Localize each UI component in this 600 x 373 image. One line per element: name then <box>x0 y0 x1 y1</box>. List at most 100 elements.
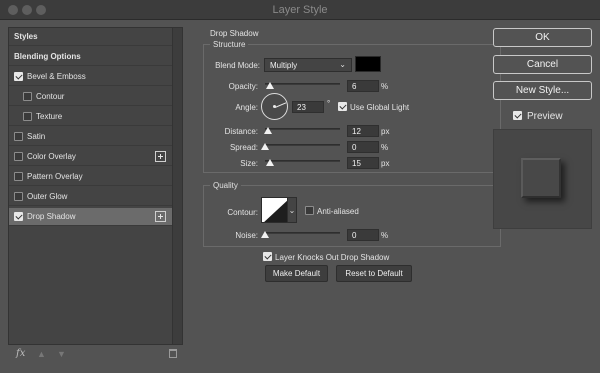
spread-unit: % <box>381 143 389 152</box>
contour-curve-icon <box>264 199 288 222</box>
size-unit: px <box>381 159 390 168</box>
sidebar-item-texture[interactable]: Texture <box>9 108 172 126</box>
spread-slider-knob[interactable] <box>261 143 269 150</box>
blend-mode-dropdown[interactable]: Multiply ⌄ <box>264 58 352 72</box>
styles-list-footer: fx ▲ ▼ <box>8 346 183 364</box>
distance-value: 12 <box>352 127 361 136</box>
size-field[interactable]: 15 <box>347 157 379 169</box>
sidebar-checkbox[interactable] <box>14 72 23 81</box>
sidebar-item-bevel-emboss[interactable]: Bevel & Emboss <box>9 68 172 86</box>
sidebar-checkbox[interactable] <box>23 92 32 101</box>
new-style-button[interactable]: New Style... <box>493 81 592 100</box>
sidebar-item-blending-options[interactable]: Blending Options <box>9 48 172 66</box>
sidebar-item-label: Styles <box>14 32 38 41</box>
sidebar-item-label: Satin <box>27 132 46 141</box>
opacity-field[interactable]: 6 <box>347 80 379 92</box>
distance-slider-track <box>265 128 340 130</box>
sidebar-item-drop-shadow[interactable]: Drop Shadow <box>9 208 172 226</box>
spread-field[interactable]: 0 <box>347 141 379 153</box>
opacity-unit: % <box>381 82 389 91</box>
size-value: 15 <box>352 159 361 168</box>
sidebar-item-satin[interactable]: Satin <box>9 128 172 146</box>
use-global-light-label: Use Global Light <box>350 103 410 112</box>
degree-unit: ° <box>327 99 331 108</box>
sidebar-checkbox[interactable] <box>23 112 32 121</box>
contour-dropdown-button[interactable]: ⌄ <box>287 197 297 223</box>
sidebar-item-label: Color Overlay <box>27 152 76 161</box>
angle-value: 23 <box>297 103 306 112</box>
opacity-value: 6 <box>352 82 357 91</box>
styles-list-scrollbar[interactable] <box>172 28 182 344</box>
noise-field[interactable]: 0 <box>347 229 379 241</box>
opacity-slider[interactable] <box>265 80 340 89</box>
spread-value: 0 <box>352 143 357 152</box>
structure-title: Structure <box>210 40 249 49</box>
add-effect-icon[interactable] <box>155 151 166 162</box>
layer-knocks-out-checkbox[interactable] <box>263 252 272 261</box>
noise-unit: % <box>381 231 389 240</box>
opacity-slider-track <box>265 83 340 85</box>
sidebar-item-label: Pattern Overlay <box>27 172 83 181</box>
use-global-light-checkbox[interactable] <box>338 102 347 111</box>
preview-thumbnail <box>521 158 561 198</box>
noise-slider-track <box>265 232 340 234</box>
distance-unit: px <box>381 127 390 136</box>
noise-slider-knob[interactable] <box>261 231 269 238</box>
sidebar-checkbox[interactable] <box>14 192 23 201</box>
spread-slider[interactable] <box>261 141 340 150</box>
preview-checkbox[interactable] <box>513 111 522 120</box>
noise-slider[interactable] <box>261 229 340 238</box>
reset-to-default-button[interactable]: Reset to Default <box>336 265 412 282</box>
distance-slider[interactable] <box>264 125 340 134</box>
sidebar-item-styles[interactable]: Styles <box>9 28 172 46</box>
styles-list: Styles Blending Options Bevel & Emboss Cont… <box>8 27 183 345</box>
size-slider[interactable] <box>265 157 340 166</box>
layer-knocks-out-label: Layer Knocks Out Drop Shadow <box>275 253 390 262</box>
angle-dial-center <box>273 105 276 108</box>
shadow-color-swatch[interactable] <box>355 56 381 72</box>
sidebar-item-outer-glow[interactable]: Outer Glow <box>9 188 172 206</box>
anti-aliased-checkbox[interactable] <box>305 206 314 215</box>
noise-value: 0 <box>352 231 357 240</box>
opacity-slider-knob[interactable] <box>265 82 274 89</box>
sidebar-item-pattern-overlay[interactable]: Pattern Overlay <box>9 168 172 186</box>
size-label: Size: <box>240 159 258 168</box>
title-bar: Layer Style <box>0 0 600 20</box>
sidebar-item-label: Bevel & Emboss <box>27 72 86 81</box>
contour-picker[interactable] <box>261 197 289 223</box>
sidebar-checkbox[interactable] <box>14 172 23 181</box>
sidebar-item-label: Outer Glow <box>27 192 68 201</box>
sidebar-checkbox[interactable] <box>14 132 23 141</box>
size-slider-knob[interactable] <box>265 159 274 166</box>
angle-dial[interactable] <box>261 93 288 120</box>
style-preview <box>493 129 592 229</box>
ok-button[interactable]: OK <box>493 28 592 47</box>
sidebar-checkbox[interactable] <box>14 212 23 221</box>
trash-icon[interactable] <box>169 349 177 358</box>
move-up-icon[interactable]: ▲ <box>37 349 46 359</box>
make-default-button[interactable]: Make Default <box>265 265 328 282</box>
spread-label: Spread: <box>229 143 258 152</box>
angle-field[interactable]: 23 <box>292 101 324 113</box>
angle-label: Angle: <box>235 103 258 112</box>
blend-mode-value: Multiply <box>270 61 298 70</box>
distance-label: Distance: <box>224 127 258 136</box>
contour-label: Contour: <box>227 208 258 217</box>
section-title: Drop Shadow <box>210 29 259 38</box>
move-down-icon[interactable]: ▼ <box>57 349 66 359</box>
cancel-button[interactable]: Cancel <box>493 55 592 74</box>
distance-slider-knob[interactable] <box>264 127 272 134</box>
add-effect-icon[interactable] <box>155 211 166 222</box>
chevron-down-icon: ⌄ <box>288 206 296 215</box>
chevron-down-icon: ⌄ <box>339 60 346 69</box>
sidebar-item-label: Blending Options <box>14 52 81 61</box>
preview-label: Preview <box>527 111 563 122</box>
sidebar-checkbox[interactable] <box>14 152 23 161</box>
distance-field[interactable]: 12 <box>347 125 379 137</box>
sidebar-item-contour[interactable]: Contour <box>9 88 172 106</box>
blend-mode-label: Blend Mode: <box>215 61 260 70</box>
noise-label: Noise: <box>235 231 258 240</box>
sidebar-item-color-overlay[interactable]: Color Overlay <box>9 148 172 166</box>
fx-icon[interactable]: fx <box>16 348 25 359</box>
opacity-label: Opacity: <box>228 82 258 91</box>
